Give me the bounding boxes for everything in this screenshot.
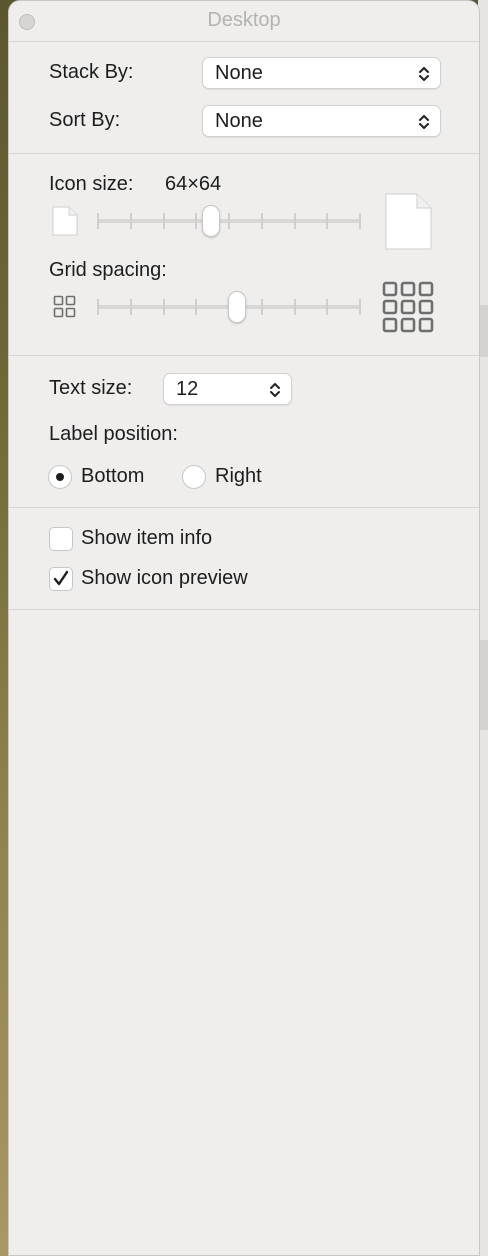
radio-right-label[interactable]: Right bbox=[215, 465, 262, 488]
small-grid-icon bbox=[53, 295, 76, 318]
slider-tick bbox=[97, 213, 99, 229]
text-size-label: Text size: bbox=[49, 377, 133, 399]
show-icon-preview-checkbox[interactable] bbox=[49, 567, 73, 591]
slider-tick bbox=[130, 213, 132, 229]
slider-knob[interactable] bbox=[228, 291, 246, 323]
grid-spacing-slider[interactable] bbox=[97, 287, 361, 327]
icon-size-slider[interactable] bbox=[97, 201, 361, 241]
chevron-up-down-icon bbox=[419, 67, 429, 81]
slider-tick bbox=[359, 299, 361, 315]
stack-by-value: None bbox=[215, 62, 263, 84]
slider-tick bbox=[130, 299, 132, 315]
slider-tick bbox=[294, 213, 296, 229]
divider bbox=[9, 41, 479, 42]
large-grid-icon bbox=[382, 281, 434, 333]
text-size-value: 12 bbox=[176, 378, 199, 400]
radio-bottom-label[interactable]: Bottom bbox=[81, 465, 144, 488]
desktop-view-options-panel: Desktop Stack By: None Sort By: None Ico… bbox=[8, 0, 480, 1256]
radio-bottom[interactable] bbox=[48, 465, 72, 489]
small-document-icon bbox=[52, 206, 78, 236]
radio-selected-dot bbox=[56, 473, 64, 481]
large-document-icon bbox=[385, 193, 432, 250]
show-icon-preview-label[interactable]: Show icon preview bbox=[81, 567, 248, 590]
slider-tick bbox=[359, 213, 361, 229]
chevron-up-down-icon bbox=[419, 115, 429, 129]
slider-tick bbox=[261, 213, 263, 229]
slider-tick bbox=[163, 213, 165, 229]
stack-by-popup[interactable]: None bbox=[202, 57, 441, 89]
slider-tick bbox=[326, 299, 328, 315]
chevron-up-down-icon bbox=[270, 383, 280, 397]
title-bar: Desktop bbox=[9, 1, 479, 41]
divider bbox=[9, 355, 479, 356]
slider-tick bbox=[163, 299, 165, 315]
text-size-popup[interactable]: 12 bbox=[163, 373, 292, 405]
divider bbox=[9, 507, 479, 508]
divider bbox=[9, 609, 479, 610]
slider-tick bbox=[195, 213, 197, 229]
sort-by-popup[interactable]: None bbox=[202, 105, 441, 137]
icon-size-value: 64×64 bbox=[165, 173, 222, 195]
icon-size-label: Icon size: bbox=[49, 173, 134, 195]
sort-by-label: Sort By: bbox=[49, 109, 121, 131]
slider-tick bbox=[294, 299, 296, 315]
slider-knob[interactable] bbox=[202, 205, 220, 237]
slider-tick bbox=[326, 213, 328, 229]
radio-right[interactable] bbox=[182, 465, 206, 489]
label-position-label: Label position: bbox=[49, 423, 178, 445]
sort-by-value: None bbox=[215, 110, 263, 132]
checkmark-icon bbox=[53, 570, 69, 586]
slider-tick bbox=[195, 299, 197, 315]
divider bbox=[9, 153, 479, 154]
stack-by-label: Stack By: bbox=[49, 61, 134, 83]
show-item-info-checkbox[interactable] bbox=[49, 527, 73, 551]
slider-tick bbox=[261, 299, 263, 315]
grid-spacing-label: Grid spacing: bbox=[49, 259, 167, 281]
slider-tick bbox=[228, 213, 230, 229]
window-title: Desktop bbox=[207, 9, 281, 31]
show-item-info-label[interactable]: Show item info bbox=[81, 527, 212, 550]
slider-tick bbox=[97, 299, 99, 315]
